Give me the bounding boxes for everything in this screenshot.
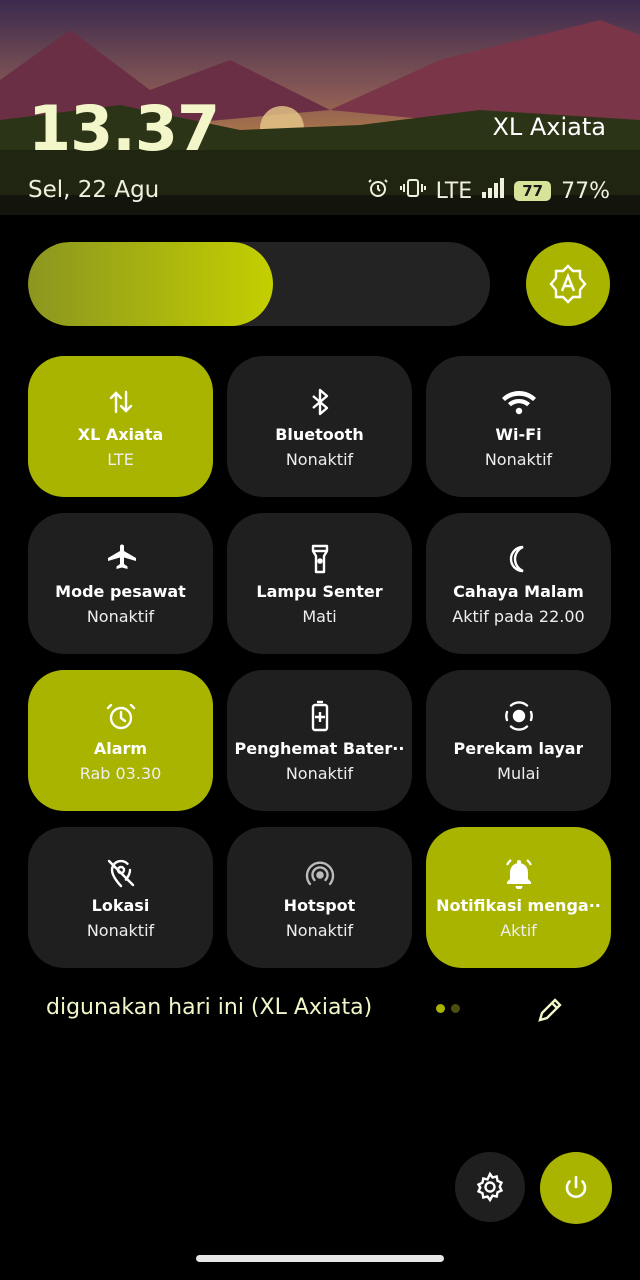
tile-airplane[interactable]: Mode pesawat Nonaktif <box>28 513 213 654</box>
alarm-icon <box>104 699 138 733</box>
tile-status: Rab 03.30 <box>79 763 162 783</box>
tile-label: Lokasi <box>91 895 150 915</box>
brightness-fill <box>28 242 273 326</box>
tile-status: Mati <box>302 606 337 626</box>
tile-bell[interactable]: Notifikasi menga·· Aktif <box>426 827 611 968</box>
auto-brightness-icon <box>549 264 587 304</box>
network-type-label: LTE <box>435 178 473 204</box>
data-usage-text[interactable]: digunakan hari ini (XL Axiata) <box>46 995 372 1020</box>
gear-icon <box>476 1171 504 1203</box>
tile-label: Alarm <box>93 738 148 758</box>
wallpaper-header: 13.37 XL Axiata Sel, 22 Agu LTE 77 77% <box>0 0 640 215</box>
quick-settings-grid: XL Axiata LTE Bluetooth Nonaktif Wi-Fi Nonakt… <box>28 356 611 968</box>
airplane-icon <box>104 542 138 576</box>
tile-alarm[interactable]: Alarm Rab 03.30 <box>28 670 213 811</box>
home-indicator[interactable] <box>196 1255 444 1262</box>
moon-icon <box>502 542 536 576</box>
tile-status: Aktif pada 22.00 <box>452 606 585 626</box>
tile-moon[interactable]: Cahaya Malam Aktif pada 22.00 <box>426 513 611 654</box>
battery-percent: 77% <box>561 178 610 204</box>
flashlight-icon <box>303 542 337 576</box>
page-dot-1 <box>436 1004 445 1013</box>
tile-status: Mulai <box>497 763 540 783</box>
tile-battery-saver[interactable]: Penghemat Bater·· Nonaktif <box>227 670 412 811</box>
tile-status: Nonaktif <box>285 449 354 469</box>
tile-status: Nonaktif <box>86 920 155 940</box>
brightness-slider[interactable] <box>28 242 490 326</box>
tile-location-off[interactable]: Lokasi Nonaktif <box>28 827 213 968</box>
signal-icon <box>482 178 505 204</box>
power-icon <box>565 1175 587 1198</box>
tile-label: Mode pesawat <box>55 581 186 601</box>
power-button[interactable] <box>540 1152 612 1224</box>
tile-label: XL Axiata <box>77 424 164 444</box>
tile-bluetooth[interactable]: Bluetooth Nonaktif <box>227 356 412 497</box>
carrier-name: XL Axiata <box>492 113 606 141</box>
page-indicator <box>436 1004 460 1013</box>
alarm-icon <box>366 176 390 206</box>
screen-record-icon <box>502 699 536 733</box>
bluetooth-icon <box>303 385 337 419</box>
bell-icon <box>502 856 536 890</box>
auto-brightness-button[interactable] <box>526 242 610 326</box>
page-dot-2 <box>451 1004 460 1013</box>
status-bar-icons: LTE 77 77% <box>366 176 610 206</box>
tile-status: LTE <box>107 449 134 469</box>
tile-mobile-data[interactable]: XL Axiata LTE <box>28 356 213 497</box>
edit-button[interactable] <box>532 992 568 1028</box>
tile-label: Notifikasi menga·· <box>436 895 601 915</box>
tile-flashlight[interactable]: Lampu Senter Mati <box>227 513 412 654</box>
location-off-icon <box>104 856 138 890</box>
mobile-data-icon <box>104 385 138 419</box>
tile-label: Penghemat Bater·· <box>234 738 405 758</box>
date-label[interactable]: Sel, 22 Agu <box>28 177 159 203</box>
tile-status: Nonaktif <box>285 763 354 783</box>
tile-status: Nonaktif <box>86 606 155 626</box>
tile-status: Nonaktif <box>285 920 354 940</box>
vibrate-icon <box>399 176 426 206</box>
tile-wifi[interactable]: Wi-Fi Nonaktif <box>426 356 611 497</box>
clock-time[interactable]: 13.37 <box>28 92 220 165</box>
tile-label: Cahaya Malam <box>453 581 584 601</box>
tile-status: Aktif <box>500 920 537 940</box>
tile-hotspot[interactable]: Hotspot Nonaktif <box>227 827 412 968</box>
tile-screen-record[interactable]: Perekam layar Mulai <box>426 670 611 811</box>
settings-button[interactable] <box>455 1152 525 1222</box>
tile-label: Lampu Senter <box>256 581 383 601</box>
pencil-icon <box>538 998 562 1022</box>
tile-label: Bluetooth <box>275 424 364 444</box>
tile-status: Nonaktif <box>484 449 553 469</box>
tile-label: Perekam layar <box>453 738 584 758</box>
wifi-icon <box>501 385 536 419</box>
tile-label: Hotspot <box>283 895 356 915</box>
hotspot-icon <box>303 856 337 890</box>
battery-saver-icon <box>303 699 337 733</box>
tile-label: Wi-Fi <box>495 424 542 444</box>
battery-icon: 77 <box>514 181 552 201</box>
